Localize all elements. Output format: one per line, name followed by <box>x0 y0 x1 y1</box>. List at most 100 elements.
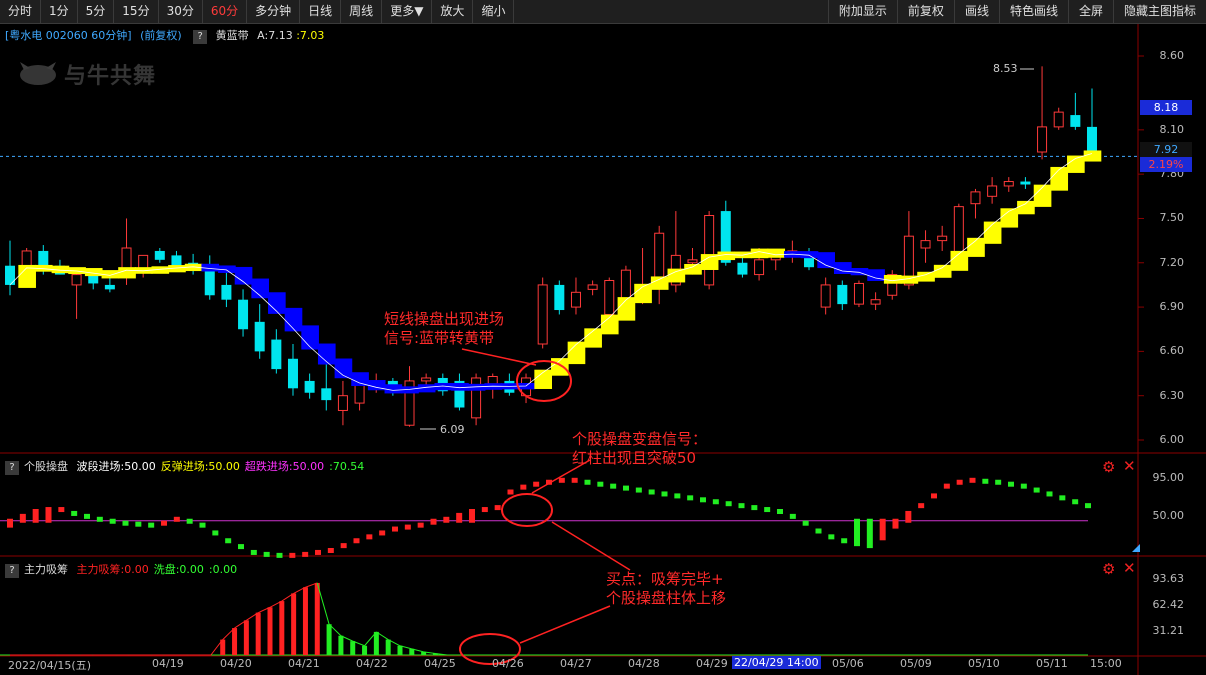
period-button[interactable]: 60分 <box>203 0 248 24</box>
band-segment <box>717 251 736 261</box>
panel2-name[interactable]: 个股操盘 <box>24 460 68 473</box>
candle-body-down <box>554 284 565 311</box>
candle-body-up <box>604 279 615 315</box>
period-button[interactable]: 1分 <box>41 0 78 24</box>
view-button[interactable]: 前复权 <box>896 0 954 24</box>
panel2-bar <box>738 503 745 509</box>
candle-body-up <box>820 284 831 308</box>
panel2-bar <box>456 512 463 523</box>
time-axis-label: 05/06 <box>832 657 864 670</box>
candle-body-up <box>421 377 432 382</box>
panel2-bar <box>481 507 488 513</box>
panel3-bar <box>350 641 356 655</box>
time-axis-label: 05/10 <box>968 657 1000 670</box>
view-button[interactable]: 画线 <box>953 0 999 24</box>
period-button[interactable]: 日线 <box>300 0 342 24</box>
panel2-bar <box>19 513 26 523</box>
time-axis-label: 04/27 <box>560 657 592 670</box>
close-icon[interactable]: ✕ <box>1123 559 1136 577</box>
panel2-bar <box>379 530 386 536</box>
panel2-bar <box>392 526 398 532</box>
panel2-bar <box>995 479 1002 485</box>
candle-body-down <box>1070 115 1081 127</box>
view-button[interactable]: 隐藏主图指标 <box>1112 0 1206 24</box>
band-segment <box>833 262 852 274</box>
price-axis-label: 8.10 <box>1159 123 1185 136</box>
panel3-bar <box>255 612 261 655</box>
period-button[interactable]: 周线 <box>341 0 383 24</box>
period-button[interactable]: 缩小 <box>473 0 515 24</box>
band-segment <box>567 341 586 365</box>
time-axis-label: 04/22 <box>356 657 388 670</box>
candle-body-up <box>754 259 765 276</box>
price-axis-label: 8.60 <box>1159 49 1185 62</box>
help-icon[interactable]: ? <box>5 564 19 578</box>
panel2-bar <box>584 479 591 485</box>
candle-body-up <box>570 291 581 308</box>
band-segment <box>1083 150 1102 162</box>
panel3-bar <box>362 645 368 655</box>
period-button[interactable]: 多分钟 <box>247 0 301 24</box>
period-button[interactable]: 放大 <box>432 0 474 24</box>
panel2-bar <box>982 478 989 484</box>
panel3-bar <box>302 587 308 655</box>
view-buttons: 附加显示 前复权 画线 特色画线 全屏 隐藏主图指标 <box>827 0 1206 24</box>
candle-body-down <box>171 255 182 266</box>
panel3-bar <box>397 645 403 655</box>
panel3-bar <box>267 607 273 655</box>
band-segment <box>317 343 336 365</box>
panel2-bar <box>109 518 116 524</box>
panel2-bar <box>1020 483 1027 489</box>
time-axis-label: 04/28 <box>628 657 660 670</box>
panel2-bar <box>327 548 334 553</box>
panel2-bar <box>186 518 193 524</box>
band-segment <box>883 274 902 284</box>
period-button[interactable]: 分时 <box>0 0 42 24</box>
time-axis-label: 04/21 <box>288 657 320 670</box>
period-button[interactable]: 更多▼ <box>382 0 433 24</box>
panel2-bar <box>225 538 232 544</box>
annotation-line: 个股操盘变盘信号： <box>572 430 708 448</box>
help-icon[interactable]: ? <box>5 461 19 475</box>
panel2-bar <box>1059 495 1066 501</box>
gear-icon[interactable]: ⚙ <box>1102 560 1115 578</box>
time-axis-label: 05/09 <box>900 657 932 670</box>
panel2-bar <box>315 549 321 555</box>
time-axis-label: 05/11 <box>1036 657 1068 670</box>
candle-body-up <box>704 215 715 286</box>
close-icon[interactable]: ✕ <box>1123 457 1136 475</box>
band-segment <box>617 297 636 321</box>
panel2-bar <box>238 544 244 550</box>
panel3-name[interactable]: 主力吸筹 <box>24 563 68 576</box>
indicator-value: :0.00 <box>208 563 238 576</box>
panel2-bar <box>712 499 719 505</box>
panel2-bar <box>353 538 360 544</box>
band-segment <box>351 372 369 387</box>
candle-body-down <box>238 299 249 330</box>
indicator-value: :70.54 <box>329 460 365 473</box>
period-button[interactable]: 5分 <box>78 0 115 24</box>
candle-body-up <box>487 375 498 385</box>
candle-body-up <box>71 274 82 286</box>
indicator-value: 波段进场:50.00 <box>76 460 156 473</box>
panel2-bar <box>289 552 296 558</box>
panel2-bar <box>558 477 565 483</box>
panel2-bar <box>494 505 501 511</box>
panel2-bar <box>45 507 52 523</box>
view-button[interactable]: 特色画线 <box>998 0 1068 24</box>
view-button[interactable]: 全屏 <box>1067 0 1113 24</box>
candle-body-down <box>837 284 848 305</box>
price-axis-label: 7.20 <box>1159 256 1185 269</box>
panel2-bar <box>443 516 450 523</box>
band-segment <box>917 271 935 282</box>
period-button[interactable]: 30分 <box>159 0 203 24</box>
period-button[interactable]: 15分 <box>114 0 159 24</box>
panel2-bar <box>802 520 809 526</box>
price-axis-label: 6.30 <box>1159 389 1185 402</box>
gear-icon[interactable]: ⚙ <box>1102 458 1115 476</box>
candle-body-down <box>154 250 165 260</box>
view-button[interactable]: 附加显示 <box>827 0 897 24</box>
panel2-bar <box>866 518 873 549</box>
candle-body-up <box>1003 181 1014 187</box>
panel2-axis-50: 50.00 <box>1152 509 1185 522</box>
